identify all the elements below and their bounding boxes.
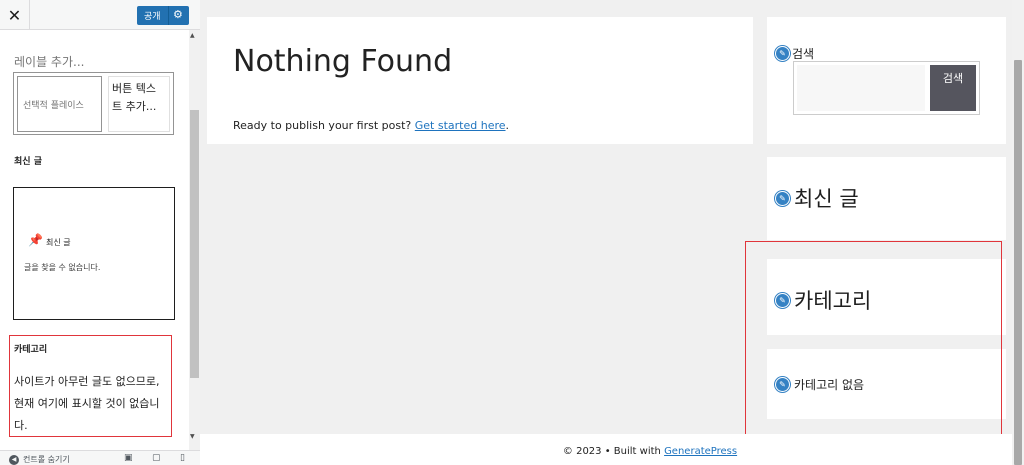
publish-button[interactable]: 공개 ⚙ <box>137 6 189 25</box>
intro-period: . <box>505 119 510 132</box>
search-widget-title-row: ✎ 검색 <box>775 45 814 62</box>
panel-scroll-area[interactable]: 레이블 추가... 선택적 플레이스 버튼 텍스트 추가... 최신 글 📌 최… <box>0 30 200 450</box>
category-block[interactable]: 카테고리 사이트가 아무런 글도 없으므로, 현재 여기에 표시할 것이 없습니… <box>9 335 172 437</box>
panel-header: ✕ 공개 ⚙ <box>0 0 200 30</box>
publish-label[interactable]: 공개 <box>144 9 161 22</box>
generatepress-link[interactable]: GeneratePress <box>664 446 737 457</box>
get-started-link[interactable]: Get started here <box>415 119 506 132</box>
gear-icon[interactable]: ⚙ <box>173 8 183 21</box>
recent-posts-title: 최신 글 <box>46 238 71 247</box>
panel-footer: ◀ 컨트롤 숨기기 ▣ ▢ ▯ <box>0 450 200 465</box>
pencil-icon[interactable]: ✎ <box>775 46 790 61</box>
intro-text: Ready to publish your first post? Get st… <box>233 119 509 132</box>
recent-posts-widget-title: 최신 글 <box>794 187 859 211</box>
recent-posts-empty: 글을 찾을 수 없습니다. <box>24 263 101 272</box>
search-widget: ✎ 검색 검색 <box>767 17 1006 144</box>
search-form: 검색 <box>793 61 980 115</box>
search-placeholder-input[interactable]: 선택적 플레이스 <box>17 76 102 132</box>
search-input[interactable] <box>797 65 925 111</box>
pin-icon: 📌 <box>28 233 43 247</box>
preview-scrollbar[interactable] <box>1012 0 1024 465</box>
preview-scroll-thumb[interactable] <box>1014 60 1022 465</box>
intro-sentence: Ready to publish your first post? <box>233 119 412 132</box>
recent-posts-heading: 최신 글 <box>14 157 42 167</box>
desktop-icon[interactable]: ▣ <box>124 453 133 463</box>
page-title: Nothing Found <box>233 44 453 79</box>
mobile-icon[interactable]: ▯ <box>180 453 185 463</box>
collapse-icon: ◀ <box>9 454 19 465</box>
recent-posts-widget-title-row: ✎ 최신 글 <box>775 183 859 213</box>
scroll-up-arrow[interactable]: ▲ <box>190 32 195 39</box>
footer-text: © 2023 • Built with <box>562 446 661 457</box>
close-icon[interactable]: ✕ <box>0 0 30 30</box>
category-heading: 카테고리 <box>14 345 48 355</box>
panel-scroll-thumb[interactable] <box>190 110 199 378</box>
search-block-preview[interactable]: 선택적 플레이스 버튼 텍스트 추가... <box>13 72 174 135</box>
label-add-field[interactable]: 레이블 추가... <box>14 53 84 70</box>
recent-posts-block[interactable]: 📌 최신 글 글을 찾을 수 없습니다. <box>13 187 175 320</box>
panel-scrollbar[interactable]: ▲ ▼ <box>189 30 200 450</box>
highlight-box <box>745 241 1002 441</box>
site-preview[interactable]: Nothing Found Ready to publish your firs… <box>200 0 1024 465</box>
content-card: Nothing Found Ready to publish your firs… <box>207 17 753 144</box>
search-widget-title: 검색 <box>792 47 815 61</box>
hide-controls-label: 컨트롤 숨기기 <box>23 455 70 464</box>
scroll-down-arrow[interactable]: ▼ <box>190 433 195 440</box>
pencil-icon[interactable]: ✎ <box>775 190 790 206</box>
customizer-panel: ✕ 공개 ⚙ 레이블 추가... 선택적 플레이스 버튼 텍스트 추가... 최… <box>0 0 200 465</box>
publish-separator <box>168 6 169 25</box>
hide-controls-button[interactable]: ◀ 컨트롤 숨기기 <box>9 454 70 465</box>
site-footer: © 2023 • Built with GeneratePress <box>200 434 1012 465</box>
category-message: 사이트가 아무런 글도 없으므로, 현재 여기에 표시할 것이 없습니다. <box>14 375 160 432</box>
search-button-text[interactable]: 버튼 텍스트 추가... <box>108 76 170 132</box>
tablet-icon[interactable]: ▢ <box>152 453 161 463</box>
search-button[interactable]: 검색 <box>930 65 976 111</box>
recent-posts-widget: ✎ 최신 글 <box>767 157 1006 240</box>
